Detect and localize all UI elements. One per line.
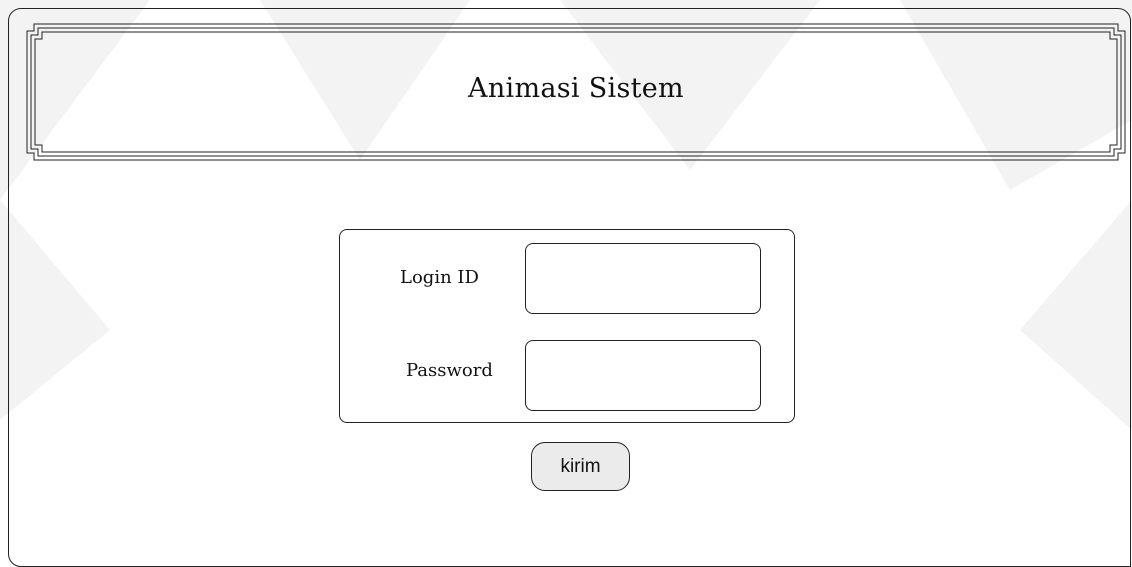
login-form: Login ID Password — [339, 229, 795, 423]
password-input[interactable] — [525, 340, 761, 411]
login-id-label: Login ID — [400, 267, 479, 288]
password-label: Password — [406, 360, 493, 381]
submit-button[interactable]: kirim — [531, 442, 630, 491]
page-title: Animasi Sistem — [468, 72, 684, 104]
header-banner: Animasi Sistem — [24, 21, 1128, 163]
login-id-input[interactable] — [525, 243, 761, 314]
